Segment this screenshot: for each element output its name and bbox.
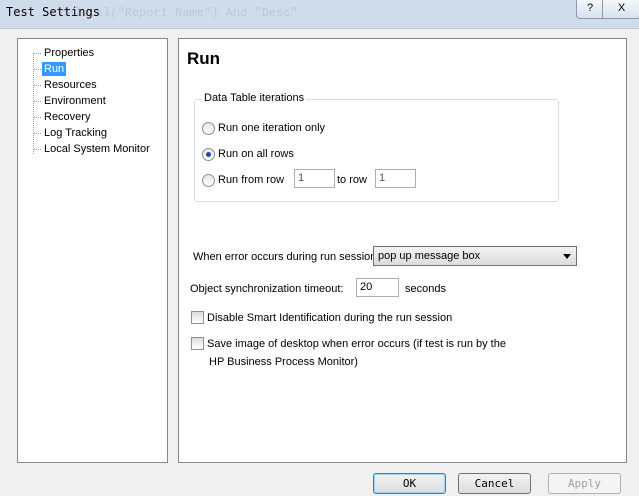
sync-timeout-unit: seconds bbox=[405, 283, 446, 295]
run-from-row-radio[interactable] bbox=[202, 174, 215, 187]
tree-item-recovery[interactable]: Recovery bbox=[42, 110, 92, 124]
tree-branch bbox=[33, 85, 41, 86]
close-button[interactable]: X bbox=[602, 0, 639, 19]
tree-branch bbox=[33, 53, 41, 54]
run-from-row-label[interactable]: Run from row bbox=[218, 174, 284, 186]
tree-branch bbox=[33, 69, 41, 70]
sync-timeout-input[interactable]: 20 bbox=[356, 278, 399, 297]
run-all-rows-radio[interactable] bbox=[202, 148, 215, 161]
data-table-iterations-label: Data Table iterations bbox=[202, 92, 307, 104]
window-title: Test Settings bbox=[6, 5, 100, 19]
from-row-input[interactable]: 1 bbox=[294, 169, 335, 188]
tree-branch bbox=[33, 149, 41, 150]
error-action-select[interactable]: pop up message box bbox=[373, 246, 577, 266]
tree-item-local-system-monitor[interactable]: Local System Monitor bbox=[42, 142, 152, 156]
tree-item-log-tracking[interactable]: Log Tracking bbox=[42, 126, 109, 140]
disable-smart-identification-checkbox[interactable] bbox=[191, 311, 204, 324]
tree-item-run[interactable]: Run bbox=[42, 62, 67, 76]
to-row-label: to row bbox=[337, 174, 367, 186]
help-button[interactable]: ? bbox=[576, 0, 604, 19]
save-image-label-line1[interactable]: Save image of desktop when error occurs … bbox=[207, 338, 506, 350]
tree-item-environment[interactable]: Environment bbox=[42, 94, 108, 108]
apply-button[interactable]: Apply bbox=[548, 473, 621, 494]
tree-item-resources[interactable]: Resources bbox=[42, 78, 99, 92]
run-one-iteration-radio[interactable] bbox=[202, 122, 215, 135]
chevron-down-icon bbox=[563, 254, 571, 259]
title-bar: calutil("Report Name") And "Desc" Test S… bbox=[0, 0, 639, 29]
sync-timeout-label: Object synchronization timeout: bbox=[190, 283, 344, 295]
run-settings-panel: Run Data Table iterations Run one iterat… bbox=[178, 38, 627, 463]
settings-tree: Properties Run Resources Environment Rec… bbox=[17, 38, 168, 463]
tree-branch bbox=[33, 117, 41, 118]
tree-item-properties[interactable]: Properties bbox=[42, 46, 96, 60]
error-action-value: pop up message box bbox=[378, 250, 481, 262]
save-image-checkbox[interactable] bbox=[191, 337, 204, 350]
run-one-iteration-label[interactable]: Run one iteration only bbox=[218, 122, 325, 134]
tree-branch bbox=[33, 133, 41, 134]
cancel-button[interactable]: Cancel bbox=[458, 473, 531, 494]
error-occurs-label: When error occurs during run session: bbox=[193, 251, 380, 263]
to-row-input[interactable]: 1 bbox=[375, 169, 416, 188]
disable-smart-identification-label[interactable]: Disable Smart Identification during the … bbox=[207, 312, 452, 324]
ok-button[interactable]: OK bbox=[373, 473, 446, 494]
run-all-rows-label[interactable]: Run on all rows bbox=[218, 148, 294, 160]
page-title: Run bbox=[187, 49, 221, 68]
save-image-label-line2[interactable]: HP Business Process Monitor) bbox=[209, 356, 358, 368]
tree-branch bbox=[33, 101, 41, 102]
